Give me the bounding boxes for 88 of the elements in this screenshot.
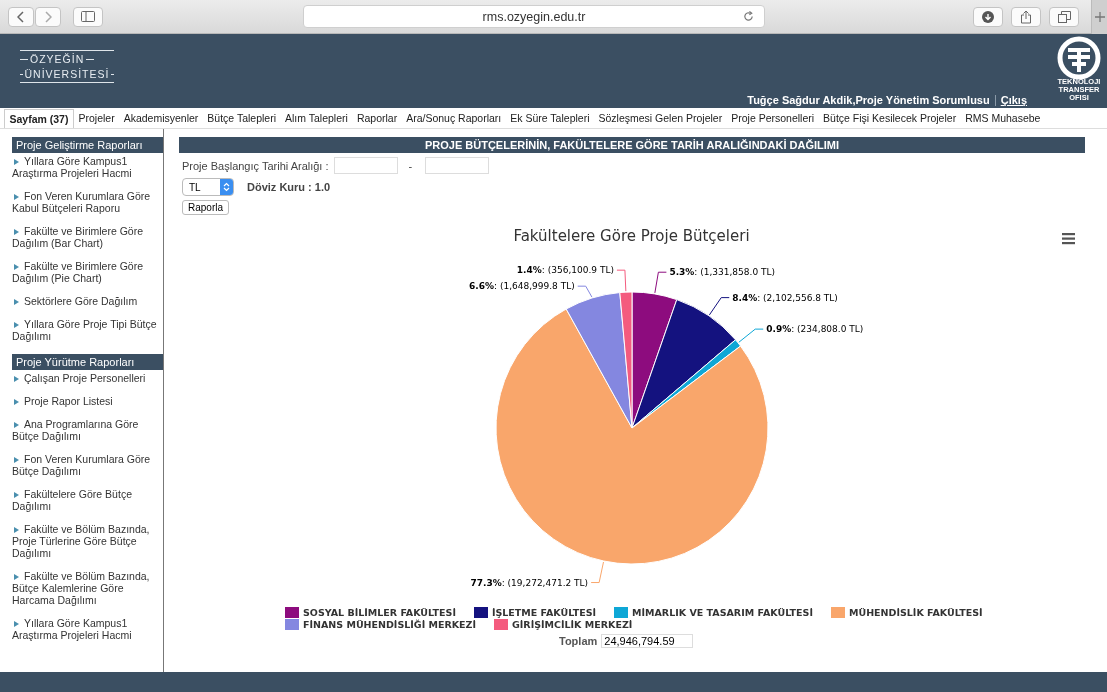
sidebar-link[interactable]: Fakülte ve Bölüm Bazında, Proje Türlerine Göre Bütçe Dağılımı [12, 523, 163, 559]
sidebar-link[interactable]: Yıllara Göre Kampus1 Araştırma Projeleri Hacmi [12, 155, 163, 179]
stepper-icon[interactable] [223, 182, 230, 192]
sidebar-section-title: Proje Geliştirme Raporları [12, 137, 163, 153]
sidebar-link[interactable]: Fon Veren Kurumlara Göre Bütçe Dağılımı [12, 453, 163, 477]
sidebar-link[interactable]: Ana Programlarına Göre Bütçe Dağılımı [12, 418, 163, 442]
bullet-arrow-icon [14, 229, 19, 235]
total-label: Toplam [559, 635, 598, 647]
nav-tab[interactable]: Akademisyenler [119, 109, 203, 127]
report-title: PROJE BÜTÇELERİNİN, FAKÜLTELERE GÖRE TARİH ARALIĞINDAKİ DAĞILIMI [179, 137, 1085, 153]
bullet-arrow-icon [14, 376, 19, 382]
bullet-arrow-icon [14, 492, 19, 498]
nav-tab[interactable]: Sözleşmesi Gelen Projeler [594, 109, 727, 127]
end-date-field[interactable] [425, 157, 490, 174]
leader-line [577, 285, 593, 298]
nav-tab[interactable]: Raporlar [352, 109, 402, 127]
legend-item[interactable]: MİMARLIK VE TASARIM FAKÜLTESİ [614, 607, 813, 618]
address-bar[interactable]: rms.ozyegin.edu.tr [303, 5, 765, 28]
sidebar-link[interactable]: Fon Veren Kurumlara Göre Kabul Bütçeleri Raporu [12, 190, 163, 214]
sidebar-link[interactable]: Proje Rapor Listesi [12, 395, 163, 407]
sidebar-link[interactable]: Fakülte ve Bölüm Bazında, Bütçe Kalemlerine Göre Harcama Dağılımı [12, 570, 163, 606]
chart-title: Fakültelere Göre Proje Bütçeleri [513, 227, 750, 245]
chevron-left-icon[interactable] [17, 10, 25, 23]
legend-item[interactable]: İŞLETME FAKÜLTESİ [473, 607, 597, 618]
download-icon[interactable] [982, 10, 994, 23]
slice-label: 0.9%: (234,808.0 TL) [766, 324, 864, 335]
leader-line [654, 271, 667, 294]
user-name: Tuğçe Sağdur Akdik,Proje Yönetim Sorumlusu [747, 94, 990, 106]
nav-tab[interactable]: Sayfam (37) [4, 108, 74, 128]
sidebar-section-title: Proje Yürütme Raporları [12, 354, 163, 370]
reload-icon[interactable] [743, 11, 754, 22]
logout-link[interactable]: Çıkış [1000, 94, 1027, 106]
university-logo[interactable]: ÖZYEĞİN ÜNİVERSİTESİ [20, 50, 114, 86]
slice-label: 6.6%: (1,648,999.8 TL) [469, 281, 575, 292]
nav-tab[interactable]: Ara/Sonuç Raporları [401, 109, 506, 127]
sidebar-link[interactable]: Çalışan Proje Personelleri [12, 372, 163, 384]
leader-line [590, 561, 604, 584]
leader-line [738, 328, 764, 343]
leader-line [708, 297, 730, 316]
sidebar-link[interactable]: Yıllara Göre Proje Tipi Bütçe Dağılımı [12, 318, 163, 342]
sidebar-link[interactable]: Fakülte ve Birimlere Göre Dağılım (Bar Chart) [12, 225, 163, 249]
exchange-rate: Döviz Kuru : 1.0 [247, 181, 331, 193]
nav-tab[interactable]: Bütçe Talepleri [202, 109, 281, 127]
tabs-icon[interactable] [1057, 10, 1071, 23]
nav-tab[interactable]: RMS Muhasebe [960, 109, 1045, 127]
bullet-arrow-icon [14, 322, 19, 328]
bullet-arrow-icon [14, 264, 19, 270]
plus-icon[interactable] [1094, 11, 1105, 22]
share-button[interactable] [1011, 6, 1041, 27]
bullet-arrow-icon [14, 399, 19, 405]
tabs-button[interactable] [1049, 6, 1079, 27]
bullet-arrow-icon [14, 194, 19, 200]
sidebar-icon[interactable] [81, 11, 95, 22]
share-icon[interactable] [1020, 9, 1032, 24]
bullet-arrow-icon [14, 299, 19, 305]
sidebar-link[interactable]: Sektörlere Göre Dağılım [12, 295, 163, 307]
legend-item[interactable]: MÜHENDİSLİK FAKÜLTESİ [830, 607, 983, 618]
bullet-arrow-icon [14, 621, 19, 627]
slice-label: 77.3%: (19,272,471.2 TL) [470, 577, 589, 588]
nav-tab[interactable]: Alım Talepleri [280, 109, 353, 127]
nav-tab[interactable]: Proje Personelleri [726, 109, 819, 127]
nav-tab[interactable]: Ek Süre Talepleri [505, 109, 594, 127]
legend-item[interactable]: GİRİŞİMCİLİK MERKEZİ [494, 619, 633, 630]
bullet-arrow-icon [14, 159, 19, 165]
slice-label: 5.3%: (1,331,858.0 TL) [669, 267, 776, 278]
leader-line [616, 269, 627, 292]
menu-icon[interactable] [1062, 233, 1075, 245]
currency-select[interactable]: TL [182, 178, 234, 196]
sidebar-toggle-button[interactable] [73, 6, 103, 27]
sidebar-link[interactable]: Fakültelere Göre Bütçe Dağılımı [12, 488, 163, 512]
sidebar-link[interactable]: Yıllara Göre Kampus1 Araştırma Projeleri Hacmi [12, 617, 163, 641]
bullet-arrow-icon [14, 574, 19, 580]
nav-tab[interactable]: Bütçe Fişi Kesilecek Projeler [818, 109, 961, 127]
report-button[interactable]: Raporla [182, 200, 230, 215]
slice-label: 1.4%: (356,100.9 TL) [516, 265, 614, 276]
date-separator: - [408, 159, 413, 172]
bullet-arrow-icon [14, 457, 19, 463]
total-field[interactable]: 24,946,794.59 [601, 634, 694, 648]
legend-item[interactable]: SOSYAL BİLİMLER FAKÜLTESİ [285, 607, 456, 618]
start-date-field[interactable] [333, 157, 398, 174]
nav-tab[interactable]: Projeler [73, 109, 120, 127]
slice-label: 8.4%: (2,102,556.8 TL) [732, 292, 838, 303]
sidebar-link[interactable]: Fakülte ve Birimlere Göre Dağılım (Pie Chart) [12, 260, 163, 284]
bullet-arrow-icon [14, 527, 19, 533]
legend-item[interactable]: FİNANS MÜHENDİSLİĞİ MERKEZİ [285, 619, 476, 630]
bullet-arrow-icon [14, 422, 19, 428]
download-button[interactable] [973, 6, 1003, 27]
date-range-label: Proje Başlangıç Tarihi Aralığı : [182, 159, 329, 172]
